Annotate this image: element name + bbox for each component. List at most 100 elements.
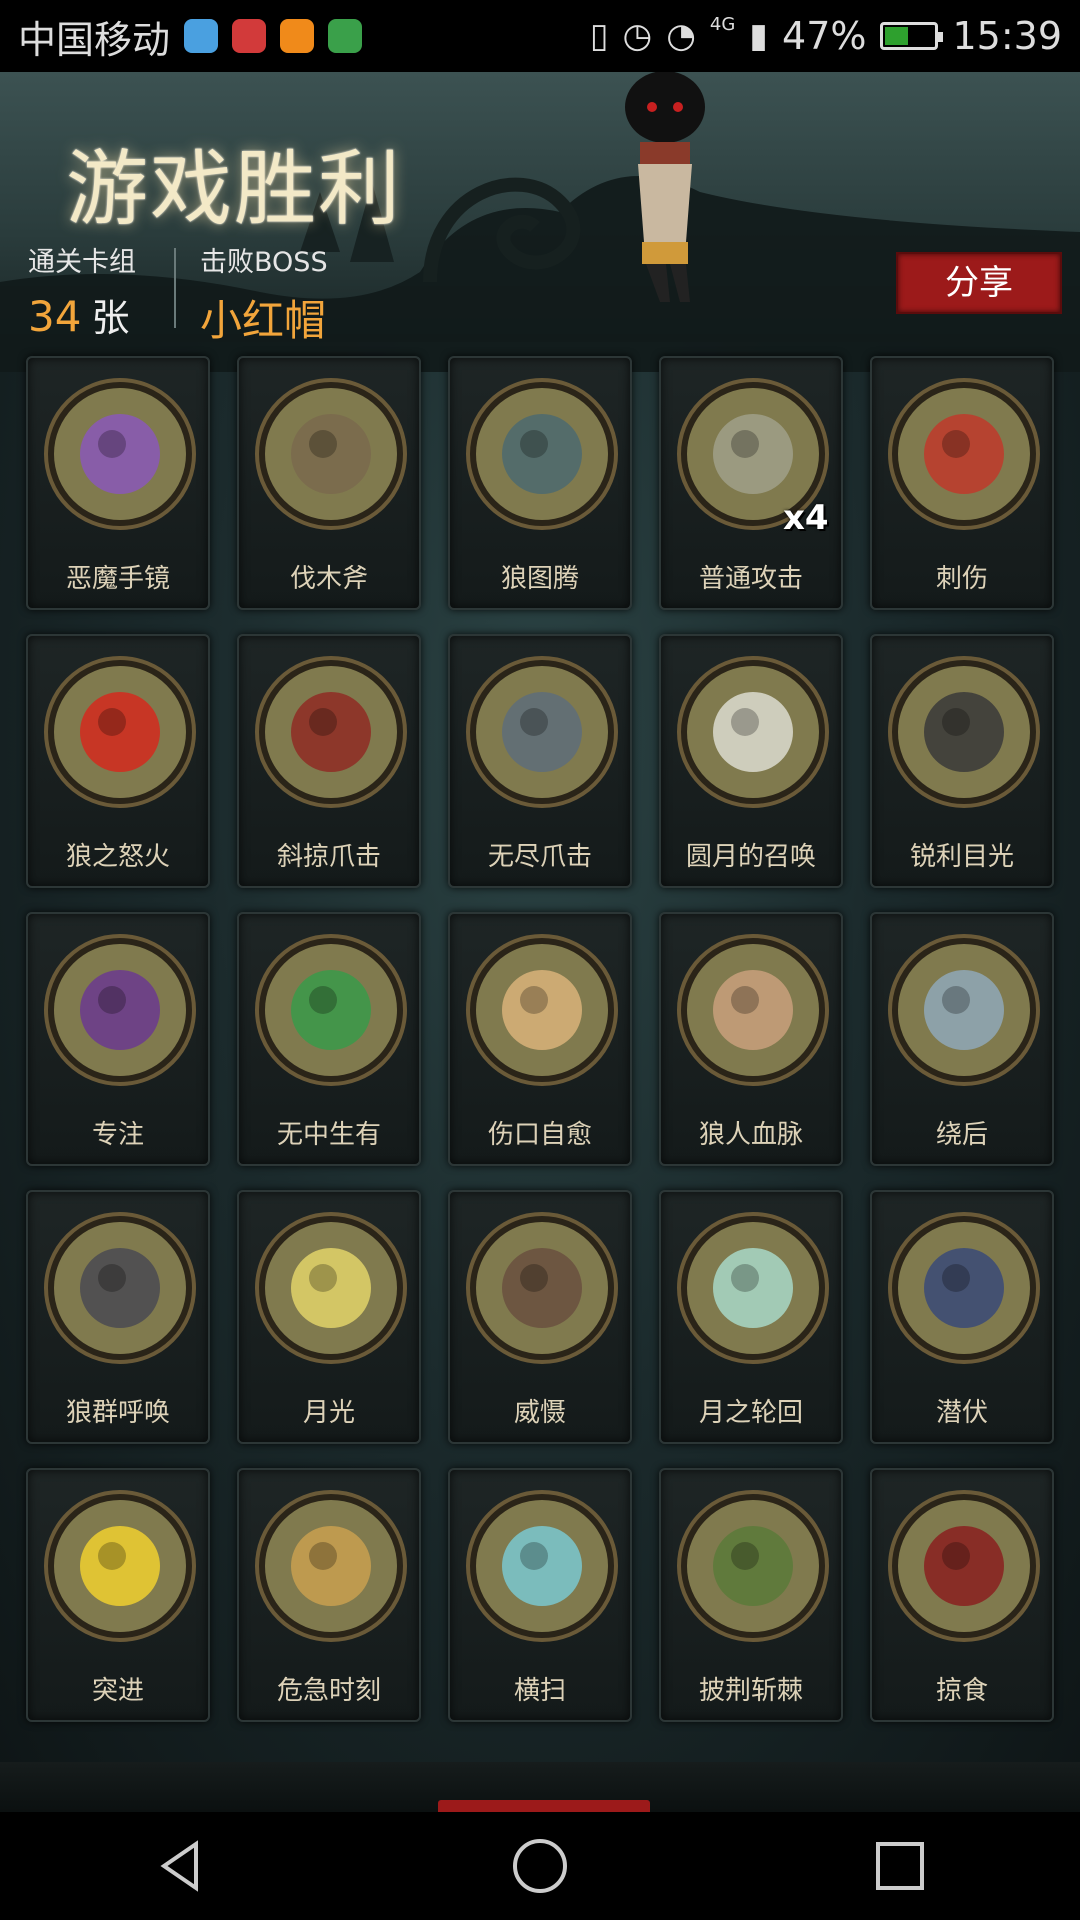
wifi-icon: ◔ bbox=[666, 16, 696, 56]
card-item[interactable]: 圆月的召唤 bbox=[659, 634, 843, 888]
wolf-eyes-icon bbox=[888, 656, 1040, 808]
back-button[interactable] bbox=[135, 1821, 225, 1911]
claw-icon bbox=[255, 656, 407, 808]
shop-app-icon bbox=[280, 19, 315, 53]
thorn-cut-icon bbox=[677, 1490, 829, 1642]
status-right: ▯ ◷ ◔ 4G ▮ 47% 15:39 bbox=[589, 13, 1062, 59]
card-count-badge: x4 bbox=[783, 498, 829, 538]
deter-icon bbox=[466, 1212, 618, 1364]
flank-icon bbox=[888, 934, 1040, 1086]
card-label: 狼图腾 bbox=[500, 564, 579, 594]
music-app-icon bbox=[232, 19, 267, 53]
card-item[interactable]: 危急时刻 bbox=[237, 1468, 421, 1722]
card-label: 无尽爪击 bbox=[487, 842, 592, 872]
card-label: 横扫 bbox=[513, 1676, 566, 1706]
game-app-icon bbox=[328, 19, 363, 53]
network-type: 4G bbox=[709, 13, 736, 35]
share-button[interactable]: 分享 bbox=[896, 252, 1062, 314]
card-item[interactable]: 恶魔手镜 bbox=[26, 356, 210, 610]
heal-icon bbox=[466, 934, 618, 1086]
card-item[interactable]: x4 普通攻击 bbox=[659, 356, 843, 610]
card-label: 伤口自愈 bbox=[487, 1120, 592, 1150]
card-item[interactable]: 无中生有 bbox=[237, 912, 421, 1166]
card-label: 威慑 bbox=[513, 1398, 566, 1428]
wizard-icon bbox=[44, 934, 196, 1086]
mirror-icon bbox=[44, 378, 196, 530]
card-item[interactable]: 横扫 bbox=[448, 1468, 632, 1722]
wolf-rage-icon bbox=[44, 656, 196, 808]
alarm-icon: ◷ bbox=[622, 16, 653, 56]
boss-label: 击败BOSS bbox=[200, 247, 328, 278]
boss-value: 小红帽 bbox=[200, 296, 327, 345]
card-item[interactable]: 无尽爪击 bbox=[448, 634, 632, 888]
predator-icon bbox=[888, 1490, 1040, 1642]
moon-phases-icon bbox=[677, 1212, 829, 1364]
signal-icon: ▮ bbox=[749, 16, 769, 56]
vibrate-icon: ▯ bbox=[589, 16, 609, 56]
cleared-deck-label: 通关卡组 bbox=[28, 247, 136, 278]
card-item[interactable]: 潜伏 bbox=[870, 1190, 1054, 1444]
card-label: 狼之怒火 bbox=[65, 842, 170, 872]
card-grid: 恶魔手镜 伐木斧 狼图腾 x4 普通攻击 刺伤狼之怒火 斜掠爪击 无尽爪击 圆月的召唤 锐利目光专… bbox=[26, 356, 1056, 1722]
sword-icon bbox=[888, 378, 1040, 530]
back-triangle-icon bbox=[160, 1840, 198, 1892]
carrier-name: 中国移动 bbox=[18, 17, 171, 62]
cleared-deck-stat: 通关卡组 34 张 bbox=[28, 240, 136, 342]
card-item[interactable]: 威慑 bbox=[448, 1190, 632, 1444]
battery-icon bbox=[880, 22, 944, 50]
cleared-deck-unit: 张 bbox=[91, 296, 130, 340]
recents-button[interactable] bbox=[855, 1821, 945, 1911]
card-item[interactable]: 刺伤 bbox=[870, 356, 1054, 610]
card-label: 危急时刻 bbox=[276, 1676, 381, 1706]
portal-icon bbox=[255, 934, 407, 1086]
card-item[interactable]: 掠食 bbox=[870, 1468, 1054, 1722]
moon-forest-icon bbox=[677, 656, 829, 808]
card-label: 掠食 bbox=[935, 1676, 988, 1706]
boss-stat: 击败BOSS 小红帽 bbox=[200, 240, 328, 348]
card-label: 月之轮回 bbox=[698, 1398, 803, 1428]
card-label: 普通攻击 bbox=[698, 564, 803, 594]
card-item[interactable]: 月光 bbox=[237, 1190, 421, 1444]
card-item[interactable]: 斜掠爪击 bbox=[237, 634, 421, 888]
status-left: 中国移动 bbox=[18, 9, 363, 64]
card-item[interactable]: 绕后 bbox=[870, 912, 1054, 1166]
sweep-icon bbox=[466, 1490, 618, 1642]
card-label: 圆月的召唤 bbox=[685, 842, 816, 872]
axe-icon bbox=[255, 378, 407, 530]
home-button[interactable] bbox=[495, 1821, 585, 1911]
cleared-deck-value: 34 bbox=[28, 292, 82, 341]
card-label: 斜掠爪击 bbox=[276, 842, 381, 872]
card-label: 月光 bbox=[302, 1398, 355, 1428]
card-item[interactable]: 锐利目光 bbox=[870, 634, 1054, 888]
cleared-deck-value-row: 34 张 bbox=[28, 287, 136, 342]
crisis-icon bbox=[255, 1490, 407, 1642]
dash-icon bbox=[44, 1490, 196, 1642]
card-item[interactable]: 狼图腾 bbox=[448, 356, 632, 610]
bottom-continue-button[interactable] bbox=[438, 1800, 650, 1812]
card-label: 突进 bbox=[91, 1676, 144, 1706]
card-label: 刺伤 bbox=[935, 564, 988, 594]
pack-call-icon bbox=[44, 1212, 196, 1364]
card-item[interactable]: 伤口自愈 bbox=[448, 912, 632, 1166]
card-label: 绕后 bbox=[935, 1120, 988, 1150]
card-item[interactable]: 狼人血脉 bbox=[659, 912, 843, 1166]
home-circle-icon bbox=[513, 1839, 567, 1893]
status-bar: 中国移动 ▯ ◷ ◔ 4G ▮ 47% 15:39 bbox=[0, 0, 1080, 72]
card-label: 无中生有 bbox=[276, 1120, 381, 1150]
card-item[interactable]: 狼之怒火 bbox=[26, 634, 210, 888]
card-label: 狼群呼唤 bbox=[65, 1398, 170, 1428]
battery-fill bbox=[885, 27, 909, 45]
card-item[interactable]: 狼群呼唤 bbox=[26, 1190, 210, 1444]
card-label: 披荆斩棘 bbox=[698, 1676, 803, 1706]
page-title: 游戏胜利 bbox=[66, 142, 403, 237]
card-item[interactable]: 披荆斩棘 bbox=[659, 1468, 843, 1722]
card-item[interactable]: 伐木斧 bbox=[237, 356, 421, 610]
card-item[interactable]: 月之轮回 bbox=[659, 1190, 843, 1444]
bloodline-icon bbox=[677, 934, 829, 1086]
card-label: 狼人血脉 bbox=[698, 1120, 803, 1150]
card-item[interactable]: 专注 bbox=[26, 912, 210, 1166]
battery-percent: 47% bbox=[782, 14, 867, 58]
endless-claw-icon bbox=[466, 656, 618, 808]
card-item[interactable]: 突进 bbox=[26, 1468, 210, 1722]
browser-app-icon bbox=[184, 19, 219, 53]
